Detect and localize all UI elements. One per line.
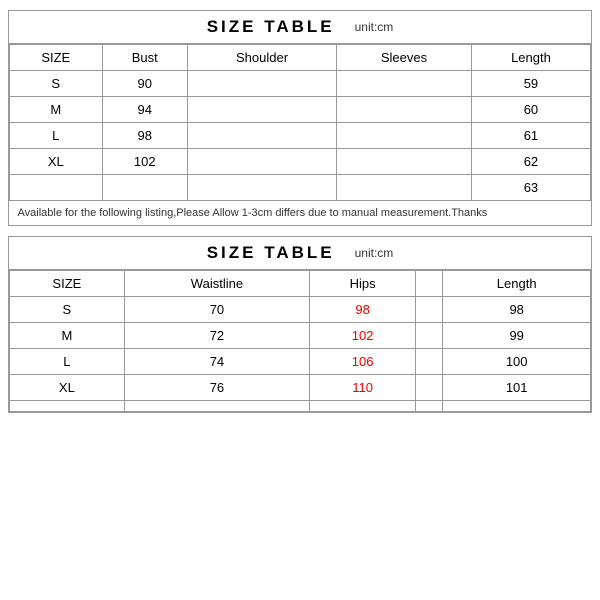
table-cell: 100 <box>443 349 591 375</box>
table1-data: SIZE Bust Shoulder Sleeves Length S9059M… <box>9 44 591 225</box>
table-cell <box>416 297 443 323</box>
table-cell <box>102 175 187 201</box>
table-cell <box>310 401 416 412</box>
table-cell <box>10 175 103 201</box>
table-cell: 61 <box>471 123 590 149</box>
table-cell <box>337 97 472 123</box>
table-row: 63 <box>10 175 591 201</box>
table-cell <box>188 149 337 175</box>
table1-unit: unit:cm <box>355 20 394 34</box>
table-cell: 72 <box>124 323 309 349</box>
table-cell: 90 <box>102 71 187 97</box>
table-cell: S <box>10 71 103 97</box>
table-cell: 98 <box>102 123 187 149</box>
table-row: S90 59 <box>10 71 591 97</box>
table-cell: XL <box>10 149 103 175</box>
table-cell: M <box>10 323 125 349</box>
table2-title: SIZE TABLE <box>207 243 335 263</box>
table-cell <box>416 349 443 375</box>
table2-unit: unit:cm <box>355 246 394 260</box>
table-cell: 110 <box>310 375 416 401</box>
table1-title: SIZE TABLE <box>207 17 335 37</box>
table1-col-shoulder: Shoulder <box>188 45 337 71</box>
table-cell: 62 <box>471 149 590 175</box>
table-cell: XL <box>10 375 125 401</box>
table-cell: 98 <box>443 297 591 323</box>
table-cell <box>337 71 472 97</box>
table-cell: 60 <box>471 97 590 123</box>
table-cell: 102 <box>310 323 416 349</box>
table-row: L98 61 <box>10 123 591 149</box>
table2-col-waistline: Waistline <box>124 271 309 297</box>
table-cell: 70 <box>124 297 309 323</box>
table-cell: 102 <box>102 149 187 175</box>
table-cell: L <box>10 123 103 149</box>
table1-col-bust: Bust <box>102 45 187 71</box>
table2-col-length: Length <box>443 271 591 297</box>
table-cell <box>443 401 591 412</box>
table2-col-hips: Hips <box>310 271 416 297</box>
table-cell: 94 <box>102 97 187 123</box>
table-cell <box>124 401 309 412</box>
table-cell <box>416 323 443 349</box>
table2-data: SIZE Waistline Hips Length S709898M72102… <box>9 270 591 412</box>
table-cell: 98 <box>310 297 416 323</box>
size-table-2: SIZE TABLE unit:cm SIZE Waistline Hips L… <box>8 236 592 413</box>
size-table-1: SIZE TABLE unit:cm SIZE Bust Shoulder Sl… <box>8 10 592 226</box>
table-cell <box>188 71 337 97</box>
table1-col-sleeves: Sleeves <box>337 45 472 71</box>
table-cell: 76 <box>124 375 309 401</box>
table-cell: 99 <box>443 323 591 349</box>
table-cell <box>416 401 443 412</box>
table-cell: 63 <box>471 175 590 201</box>
table1-note: Available for the following listing,Plea… <box>10 201 591 226</box>
table2-col-empty <box>416 271 443 297</box>
table-cell <box>10 401 125 412</box>
table-cell: 106 <box>310 349 416 375</box>
table-cell: 59 <box>471 71 590 97</box>
table1-col-size: SIZE <box>10 45 103 71</box>
table1-col-length: Length <box>471 45 590 71</box>
table-cell <box>416 375 443 401</box>
table-row: M94 60 <box>10 97 591 123</box>
table-row <box>10 401 591 412</box>
table-row: S709898 <box>10 297 591 323</box>
table-row: L74106 100 <box>10 349 591 375</box>
table2-col-size: SIZE <box>10 271 125 297</box>
table-cell: 101 <box>443 375 591 401</box>
table-cell <box>337 149 472 175</box>
table-cell: 74 <box>124 349 309 375</box>
table-cell <box>337 123 472 149</box>
table-cell <box>188 175 337 201</box>
table-cell <box>188 97 337 123</box>
table-row: XL102 62 <box>10 149 591 175</box>
table-cell <box>188 123 337 149</box>
table-cell: L <box>10 349 125 375</box>
table-cell <box>337 175 472 201</box>
table-row: XL76110 101 <box>10 375 591 401</box>
table-row: M72102 99 <box>10 323 591 349</box>
table-cell: M <box>10 97 103 123</box>
table-cell: S <box>10 297 125 323</box>
